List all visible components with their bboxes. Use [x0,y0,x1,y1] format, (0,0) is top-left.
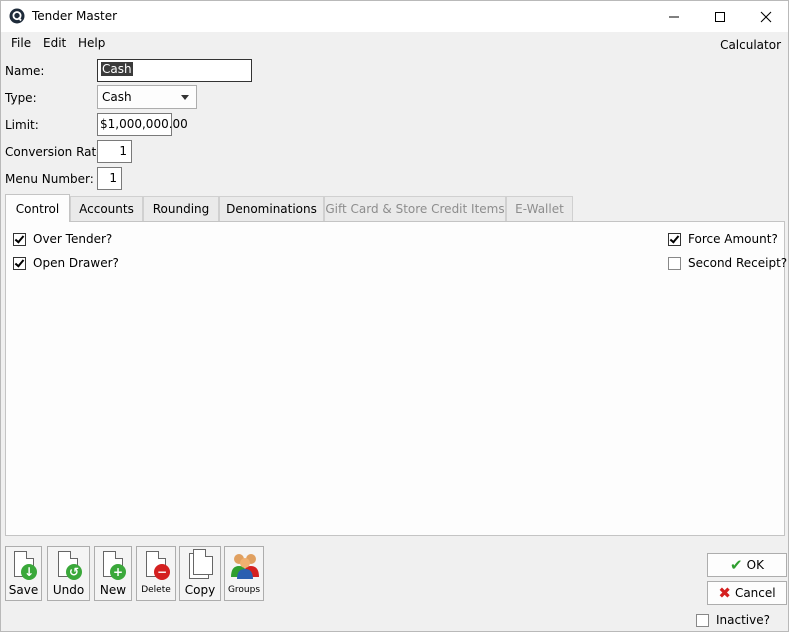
conversion-rate-input[interactable]: 1 [97,140,132,163]
limit-label: Limit: [5,118,39,132]
name-input-value: Cash [101,62,133,76]
force-amount-label: Force Amount? [688,232,778,246]
limit-input[interactable]: $1,000,000.00 [97,113,188,136]
tab-denominations[interactable]: Denominations [219,196,324,221]
checkbox-unchecked-icon [696,613,709,627]
menu-file[interactable]: File [11,36,31,50]
copy-button[interactable]: Copy [179,546,221,601]
checkbox-checked-icon [13,256,26,270]
groups-label: Groups [227,585,261,595]
checkbox-checked-icon [668,232,681,246]
groups-button[interactable]: Groups [224,546,264,601]
second-receipt-checkbox[interactable]: Second Receipt? [668,256,787,270]
type-label: Type: [5,91,37,105]
app-logo-icon [9,8,25,24]
type-select[interactable]: Cash [97,85,197,109]
maximize-button[interactable] [697,1,743,32]
new-button[interactable]: + New [94,546,132,601]
close-icon [760,11,772,22]
maximize-icon [715,11,725,22]
copy-label: Copy [184,583,216,597]
tab-rounding[interactable]: Rounding [143,196,219,221]
type-select-value: Cash [102,90,132,104]
tender-master-window: Tender Master File Edit Help Calculator … [0,0,789,632]
undo-label: Undo [52,583,85,597]
menu-bar: File Edit Help Calculator [1,32,788,54]
force-amount-checkbox[interactable]: Force Amount? [668,232,778,246]
window-title: Tender Master [32,9,118,23]
document-icon [193,549,213,575]
save-button[interactable]: ↓ Save [5,546,42,601]
save-icon: ↓ [21,564,37,580]
tab-e-wallet[interactable]: E-Wallet [506,196,573,221]
over-tender-label: Over Tender? [33,232,113,246]
title-bar: Tender Master [1,1,788,32]
groups-icon [231,554,259,579]
name-input[interactable]: Cash [97,59,252,82]
open-drawer-label: Open Drawer? [33,256,119,270]
delete-label: Delete [141,585,171,595]
name-label: Name: [5,64,45,78]
delete-button[interactable]: − Delete [136,546,176,601]
calculator-link[interactable]: Calculator [720,38,781,52]
checkbox-unchecked-icon [668,256,681,270]
cancel-x-icon: ✖ [718,584,731,602]
menu-edit[interactable]: Edit [43,36,66,50]
minimize-button[interactable] [651,1,697,32]
undo-icon: ↺ [66,564,82,580]
minimize-icon [669,16,679,17]
undo-button[interactable]: ↺ Undo [47,546,90,601]
ok-button[interactable]: ✔ OK [707,553,787,577]
second-receipt-label: Second Receipt? [688,256,788,270]
checkmark-icon: ✔ [730,556,743,574]
cancel-label: Cancel [734,586,776,600]
tab-accounts[interactable]: Accounts [70,196,143,221]
close-button[interactable] [743,1,789,32]
menu-number-label: Menu Number: [5,172,94,186]
tab-gift-card-store-credit[interactable]: Gift Card & Store Credit Items [324,196,506,221]
conversion-rate-label: Conversion Rate: [5,145,108,159]
menu-help[interactable]: Help [78,36,105,50]
tab-control[interactable]: Control [5,194,70,222]
new-label: New [99,583,127,597]
chevron-down-icon [181,95,189,100]
open-drawer-checkbox[interactable]: Open Drawer? [13,256,119,270]
ok-label: OK [746,558,764,572]
delete-icon: − [154,564,170,580]
add-icon: + [110,564,126,580]
checkbox-checked-icon [13,232,26,246]
over-tender-checkbox[interactable]: Over Tender? [13,232,112,246]
menu-number-input[interactable]: 1 [97,167,122,190]
inactive-checkbox[interactable]: Inactive? [696,613,770,627]
save-label: Save [8,583,39,597]
inactive-label: Inactive? [716,613,770,627]
cancel-button[interactable]: ✖ Cancel [707,581,787,605]
